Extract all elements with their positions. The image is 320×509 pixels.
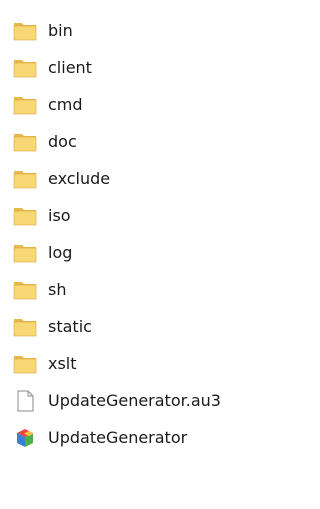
folder-icon: [13, 168, 37, 190]
folder-icon: [13, 279, 37, 301]
folder-icon: [13, 57, 37, 79]
folder-icon: [13, 94, 37, 116]
list-item[interactable]: bin: [0, 12, 278, 49]
list-item[interactable]: xslt: [0, 345, 278, 382]
file-icon: [13, 390, 37, 412]
list-item[interactable]: doc: [0, 123, 278, 160]
folder-icon: [13, 205, 37, 227]
list-item-label: log: [48, 243, 73, 262]
list-item[interactable]: iso: [0, 197, 278, 234]
list-item-label: UpdateGenerator.au3: [48, 391, 221, 410]
list-item-label: UpdateGenerator: [48, 428, 188, 447]
folder-icon: [13, 316, 37, 338]
list-item-label: cmd: [48, 95, 83, 114]
list-item[interactable]: UpdateGenerator: [0, 419, 278, 456]
list-item[interactable]: log: [0, 234, 278, 271]
folder-icon: [13, 353, 37, 375]
list-item-label: bin: [48, 21, 73, 40]
list-item-label: xslt: [48, 354, 77, 373]
application-icon: [13, 427, 37, 449]
folder-icon: [13, 131, 37, 153]
folder-icon: [13, 242, 37, 264]
list-item-label: doc: [48, 132, 77, 151]
list-item-label: sh: [48, 280, 67, 299]
list-item-label: static: [48, 317, 92, 336]
folder-icon: [13, 20, 37, 42]
list-item[interactable]: static: [0, 308, 278, 345]
list-item-label: iso: [48, 206, 71, 225]
list-item[interactable]: exclude: [0, 160, 278, 197]
list-item-label: client: [48, 58, 92, 77]
list-item[interactable]: cmd: [0, 86, 278, 123]
list-item-label: exclude: [48, 169, 111, 188]
list-item[interactable]: UpdateGenerator.au3: [0, 382, 278, 419]
list-item[interactable]: client: [0, 49, 278, 86]
file-list: bin client cmd doc exclude iso log sh st…: [0, 12, 278, 456]
list-item[interactable]: sh: [0, 271, 278, 308]
